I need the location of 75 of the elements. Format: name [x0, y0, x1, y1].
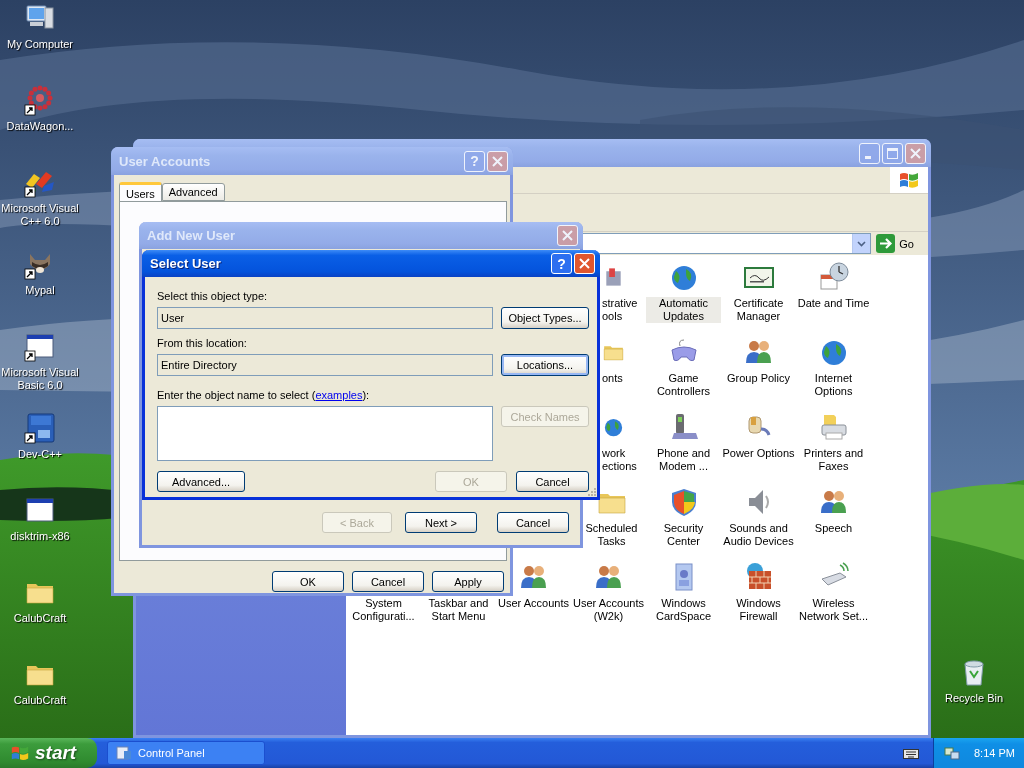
tab[interactable]: Advanced — [161, 183, 225, 201]
maximize-icon — [887, 147, 898, 159]
window-title: User Accounts — [119, 153, 212, 169]
close-button[interactable] — [574, 253, 595, 274]
cancel-button[interactable]: Cancel — [516, 471, 589, 492]
object-types-button[interactable]: Object Types... — [501, 307, 589, 329]
help-button[interactable]: ? — [551, 253, 572, 274]
window-title: Add New User — [147, 228, 237, 243]
start-button[interactable]: start — [0, 738, 97, 768]
keyboard-icon[interactable] — [903, 747, 919, 759]
desktop-icon-label[interactable]: CalubCraft — [0, 612, 80, 625]
object-type-field[interactable]: User — [157, 307, 493, 329]
close-icon — [910, 147, 921, 159]
arrow-icon — [876, 234, 896, 253]
go-button[interactable]: Go — [876, 234, 914, 253]
clock: 8:14 PM — [974, 747, 1015, 759]
wizard-button[interactable]: Next > — [405, 512, 477, 533]
desktop-icon-label[interactable]: Recycle Bin — [934, 692, 1014, 705]
object-name-field[interactable] — [157, 406, 493, 461]
dialog-button[interactable]: OK — [272, 571, 344, 592]
item-label[interactable]: Automatic Updates — [646, 297, 721, 323]
item-label[interactable]: work ections — [602, 447, 644, 473]
dialog-button[interactable]: Apply — [432, 571, 504, 592]
close-icon — [562, 230, 573, 241]
locations-button[interactable]: Locations... — [501, 354, 589, 376]
desktop-icon-label[interactable]: CalubCraft — [0, 694, 80, 707]
item-label[interactable]: Windows Firewall — [721, 597, 796, 623]
desktop-icon-label[interactable]: My Computer — [0, 38, 80, 51]
item-label[interactable]: System Configurati... — [346, 597, 421, 623]
item-label[interactable]: Windows CardSpace — [646, 597, 721, 623]
advanced-button[interactable]: Advanced... — [157, 471, 245, 492]
dialog-button[interactable]: Cancel — [352, 571, 424, 592]
window-title: Select User — [150, 256, 222, 271]
close-button[interactable] — [487, 150, 508, 172]
item-label[interactable]: Security Center — [646, 522, 721, 548]
desktop-icon-label[interactable]: disktrim-x86 — [0, 530, 80, 543]
item-label[interactable]: Phone and Modem ... — [646, 447, 721, 473]
field-label: Enter the object name to select (examples): — [157, 389, 371, 402]
clock-icon — [817, 261, 850, 293]
location-field[interactable]: Entire Directory — [157, 354, 493, 376]
item-label[interactable]: User Accounts (W2k) — [571, 597, 646, 623]
desktop-icon-label[interactable]: Microsoft Visual C++ 6.0 — [0, 202, 80, 228]
desktop-icon-label[interactable]: DataWagon... — [0, 120, 80, 133]
item-label[interactable]: Internet Options — [796, 372, 871, 398]
item-label[interactable]: Date and Time — [796, 297, 871, 310]
item-label[interactable]: Certificate Manager — [721, 297, 796, 323]
taskbar-button[interactable]: Control Panel — [107, 741, 265, 765]
resize-grip[interactable] — [587, 487, 597, 497]
item-label[interactable]: Group Policy — [726, 372, 791, 385]
desktop-icon-label[interactable]: Mypal — [0, 284, 80, 297]
item-label[interactable]: Speech — [813, 522, 854, 535]
control-panel-icon — [116, 745, 132, 761]
item-label[interactable]: Taskbar and Start Menu — [421, 597, 496, 623]
maximize-button[interactable] — [882, 142, 903, 164]
field-label: From this location: — [157, 337, 248, 350]
network-icon[interactable] — [944, 745, 960, 761]
item-label[interactable]: Sounds and Audio Devices — [721, 522, 796, 548]
minimize-button[interactable] — [859, 142, 880, 164]
close-icon — [579, 258, 590, 269]
minimize-icon — [865, 155, 871, 159]
item-label[interactable]: User Accounts — [497, 597, 570, 610]
close-button[interactable] — [905, 142, 926, 164]
wizard-button[interactable]: Cancel — [497, 512, 569, 533]
close-icon — [492, 155, 503, 167]
item-label[interactable]: Printers and Faxes — [796, 447, 871, 473]
item-label[interactable]: strative ools — [602, 297, 644, 323]
examples-link[interactable]: examples — [315, 389, 363, 401]
tab[interactable]: Users — [119, 182, 162, 202]
flag-logo-icon — [898, 170, 920, 190]
field-label: Select this object type: — [157, 290, 269, 303]
item-label[interactable]: onts — [602, 372, 644, 385]
item-label[interactable]: Wireless Network Set... — [796, 597, 871, 623]
item-label[interactable]: Game Controllers — [646, 372, 721, 398]
item-label[interactable]: Power Options — [721, 447, 796, 460]
close-button[interactable] — [557, 225, 578, 246]
